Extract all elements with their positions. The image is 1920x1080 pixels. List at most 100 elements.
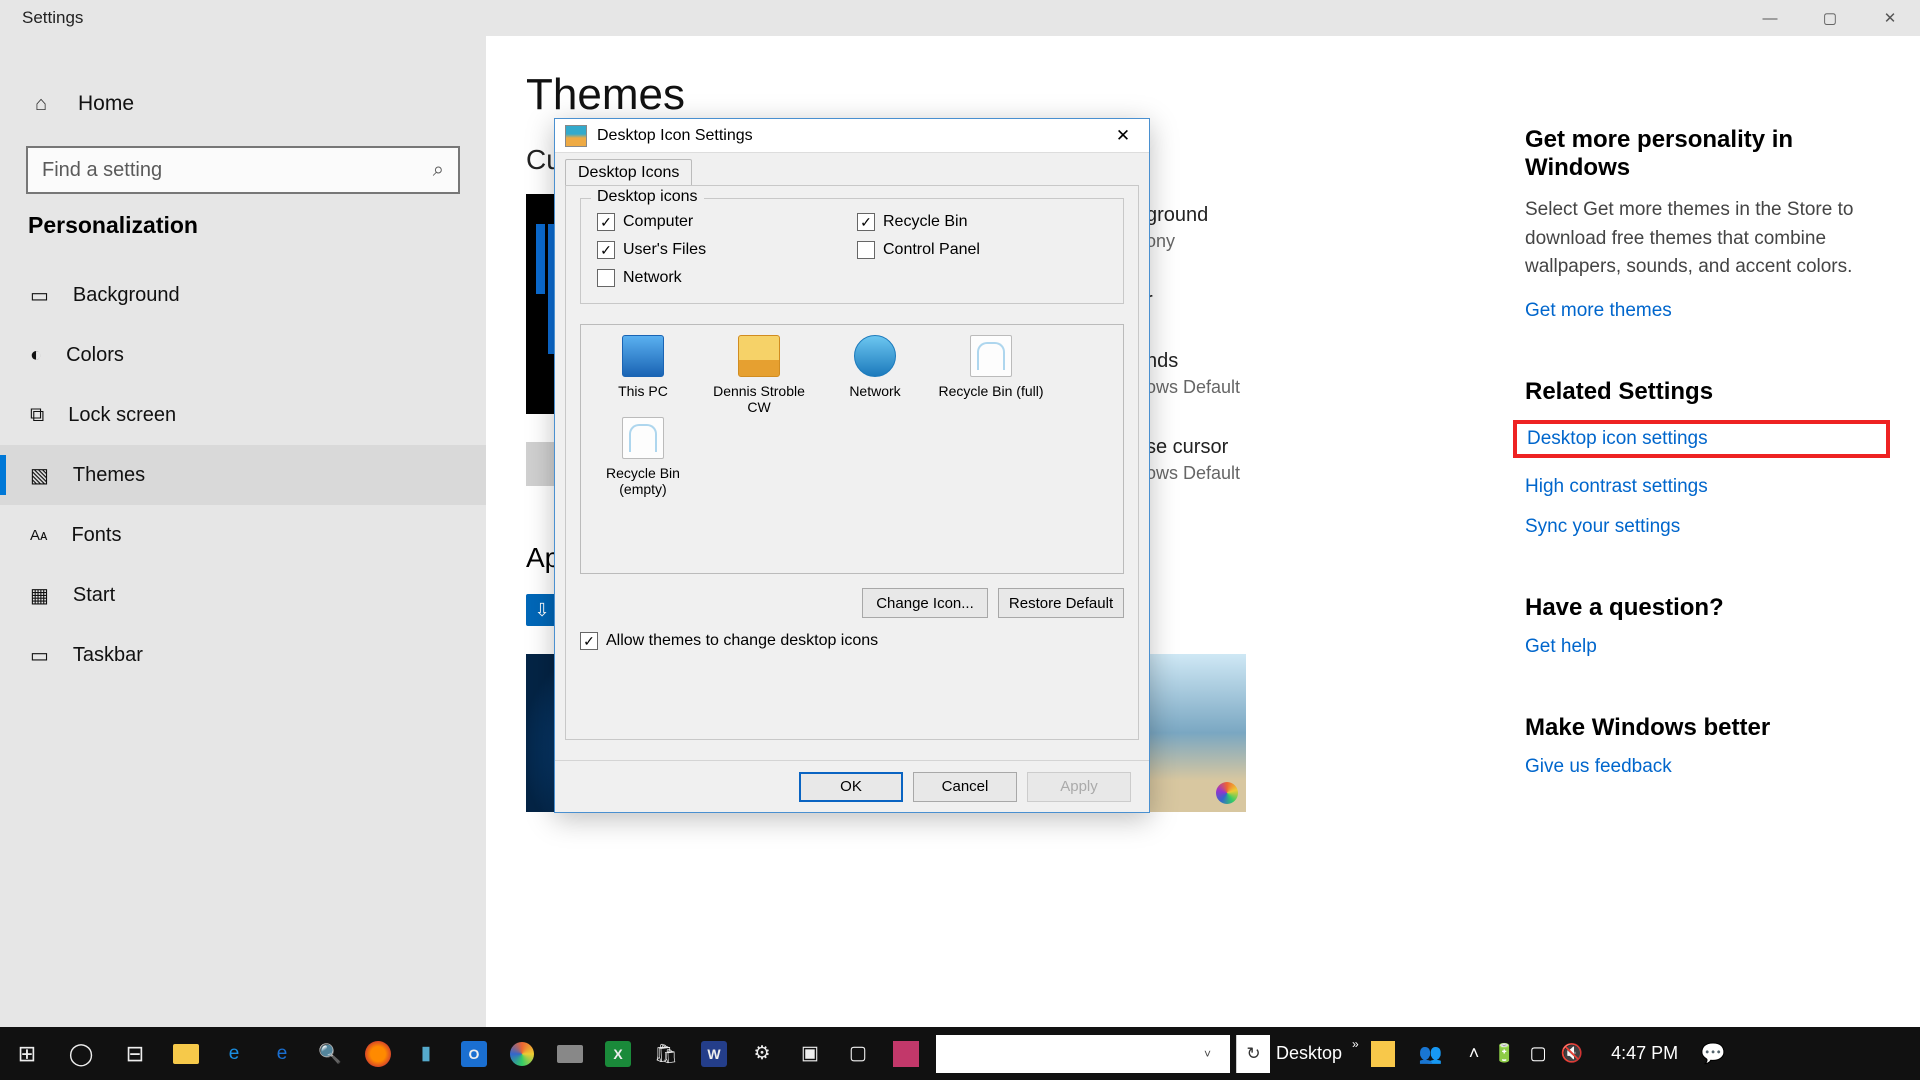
feedback-link[interactable]: Give us feedback: [1525, 756, 1880, 778]
taskbar-desktop-label[interactable]: Desktop: [1276, 1043, 1342, 1064]
color-label: r: [1146, 287, 1240, 314]
recycle-bin-full-icon: [970, 335, 1012, 377]
app-icon[interactable]: [546, 1027, 594, 1080]
search-input[interactable]: Find a setting ⌕: [26, 146, 460, 194]
checkbox-icon: ✓: [597, 213, 615, 231]
checkbox-icon: [857, 241, 875, 259]
cancel-button[interactable]: Cancel: [913, 772, 1017, 802]
sidebar-item-taskbar[interactable]: ▭ Taskbar: [0, 625, 486, 685]
excel-icon[interactable]: X: [594, 1027, 642, 1080]
taskbar-clock[interactable]: 4:47 PM: [1597, 1043, 1692, 1064]
app-icon[interactable]: ▮: [402, 1027, 450, 1080]
checkbox-computer[interactable]: ✓ Computer: [597, 213, 847, 231]
color-wheel-icon: [1216, 782, 1238, 804]
sidebar-item-colors[interactable]: ◐ Colors: [0, 325, 486, 385]
icon-preview-recycle-empty[interactable]: Recycle Bin (empty): [589, 417, 697, 497]
sync-settings-link[interactable]: Sync your settings: [1525, 516, 1880, 538]
checkbox-network[interactable]: Network: [597, 269, 847, 287]
task-view-button[interactable]: ⊟: [108, 1027, 162, 1080]
dialog-close-button[interactable]: ✕: [1105, 123, 1141, 149]
outlook-icon[interactable]: O: [450, 1027, 498, 1080]
icon-preview-recycle-full[interactable]: Recycle Bin (full): [937, 335, 1045, 415]
app-icon[interactable]: [882, 1027, 930, 1080]
app-icon[interactable]: ▢: [834, 1027, 882, 1080]
dialog-titlebar[interactable]: Desktop Icon Settings ✕: [555, 119, 1149, 153]
checkbox-icon: ✓: [597, 241, 615, 259]
sidebar-home[interactable]: ⌂ Home: [0, 72, 486, 136]
checkbox-icon: ✓: [857, 213, 875, 231]
search-placeholder: Find a setting: [42, 159, 162, 182]
dialog-title: Desktop Icon Settings: [597, 127, 753, 145]
refresh-button[interactable]: ↻: [1236, 1035, 1270, 1073]
checkbox-users-files[interactable]: ✓ User's Files: [597, 241, 847, 259]
restore-default-button[interactable]: Restore Default: [998, 588, 1124, 618]
firefox-icon[interactable]: [354, 1027, 402, 1080]
tray-chevron-up-icon[interactable]: ˄: [1469, 1043, 1480, 1064]
checkbox-icon: [597, 269, 615, 287]
taskbar: ⊞ ◯ ⊟ e e 🔍 ▮ O X 🛍 W ⚙ ▣ ▢ ˅ ↻ Desktop …: [0, 1027, 1920, 1080]
sounds-label: nds: [1146, 348, 1240, 375]
sounds-value: ows Default: [1146, 375, 1240, 399]
sidebar-item-fonts[interactable]: Aᴀ Fonts: [0, 505, 486, 565]
chevron-right-icon[interactable]: »: [1352, 1037, 1359, 1051]
cursor-value: ows Default: [1146, 461, 1240, 485]
sidebar-item-background[interactable]: ▭ Background: [0, 265, 486, 325]
checkbox-recycle-bin[interactable]: ✓ Recycle Bin: [857, 213, 1107, 231]
sidebar-item-start[interactable]: ▦ Start: [0, 565, 486, 625]
high-contrast-settings-link[interactable]: High contrast settings: [1525, 476, 1880, 498]
icon-label: Dennis Stroble CW: [705, 383, 813, 415]
ok-button[interactable]: OK: [799, 772, 903, 802]
sidebar-category: Personalization: [0, 212, 486, 239]
get-more-themes-link[interactable]: Get more themes: [1525, 300, 1880, 322]
change-icon-button[interactable]: Change Icon...: [862, 588, 988, 618]
icon-preview-list[interactable]: This PC Dennis Stroble CW Network Recycl…: [580, 324, 1124, 574]
icon-preview-user[interactable]: Dennis Stroble CW: [705, 335, 813, 415]
sticky-notes-icon[interactable]: [1359, 1027, 1407, 1080]
sidebar-item-lock-screen[interactable]: ⧉ Lock screen: [0, 385, 486, 445]
icon-preview-this-pc[interactable]: This PC: [589, 335, 697, 415]
checkbox-label: Computer: [623, 213, 693, 231]
desktop-icon-settings-link[interactable]: Desktop icon settings: [1527, 428, 1876, 450]
network-tray-icon[interactable]: ▢: [1530, 1043, 1547, 1064]
people-icon[interactable]: 👥: [1407, 1027, 1455, 1080]
start-button[interactable]: ⊞: [0, 1027, 54, 1080]
related-settings-heading: Related Settings: [1525, 378, 1880, 406]
highlighted-annotation: Desktop icon settings: [1513, 420, 1890, 458]
checkbox-label: User's Files: [623, 241, 706, 259]
store-app-icon[interactable]: 🛍: [642, 1027, 690, 1080]
search-app-icon[interactable]: 🔍: [306, 1027, 354, 1080]
taskbar-icon: ▭: [30, 643, 49, 668]
word-icon[interactable]: W: [690, 1027, 738, 1080]
maximize-button[interactable]: ▢: [1800, 0, 1860, 36]
this-pc-icon: [622, 335, 664, 377]
sidebar-item-label: Start: [73, 584, 115, 607]
tab-desktop-icons[interactable]: Desktop Icons: [565, 159, 692, 186]
settings-taskbar-icon[interactable]: ⚙: [738, 1027, 786, 1080]
tab-panel: Desktop icons ✓ Computer ✓ Recycle Bin ✓…: [565, 185, 1139, 740]
action-center-icon[interactable]: 💬: [1692, 1041, 1734, 1066]
apply-button[interactable]: Apply: [1027, 772, 1131, 802]
icon-label: Recycle Bin (empty): [589, 465, 697, 497]
battery-icon[interactable]: 🔋: [1493, 1043, 1515, 1064]
sidebar-item-themes[interactable]: ▧ Themes: [0, 445, 486, 505]
palette-icon: ◐: [30, 344, 42, 367]
taskbar-address-box[interactable]: ˅: [936, 1035, 1230, 1073]
volume-icon[interactable]: 🔇: [1561, 1043, 1583, 1064]
ie-icon[interactable]: e: [258, 1027, 306, 1080]
minimize-button[interactable]: —: [1740, 0, 1800, 36]
allow-themes-checkbox[interactable]: ✓ Allow themes to change desktop icons: [580, 632, 1124, 650]
checkbox-icon: ✓: [580, 632, 598, 650]
edge-icon[interactable]: e: [210, 1027, 258, 1080]
app-icon[interactable]: ▣: [786, 1027, 834, 1080]
cortana-button[interactable]: ◯: [54, 1027, 108, 1080]
icon-preview-network[interactable]: Network: [821, 335, 929, 415]
icon-label: Network: [849, 383, 900, 399]
file-explorer-icon[interactable]: [162, 1027, 210, 1080]
sidebar-item-label: Taskbar: [73, 644, 143, 667]
close-button[interactable]: ✕: [1860, 0, 1920, 36]
checkbox-control-panel[interactable]: Control Panel: [857, 241, 1107, 259]
tab-strip: Desktop Icons: [555, 153, 1149, 185]
chrome-icon[interactable]: [498, 1027, 546, 1080]
system-tray: ˄ 🔋 ▢ 🔇: [1455, 1043, 1597, 1064]
get-help-link[interactable]: Get help: [1525, 636, 1880, 658]
